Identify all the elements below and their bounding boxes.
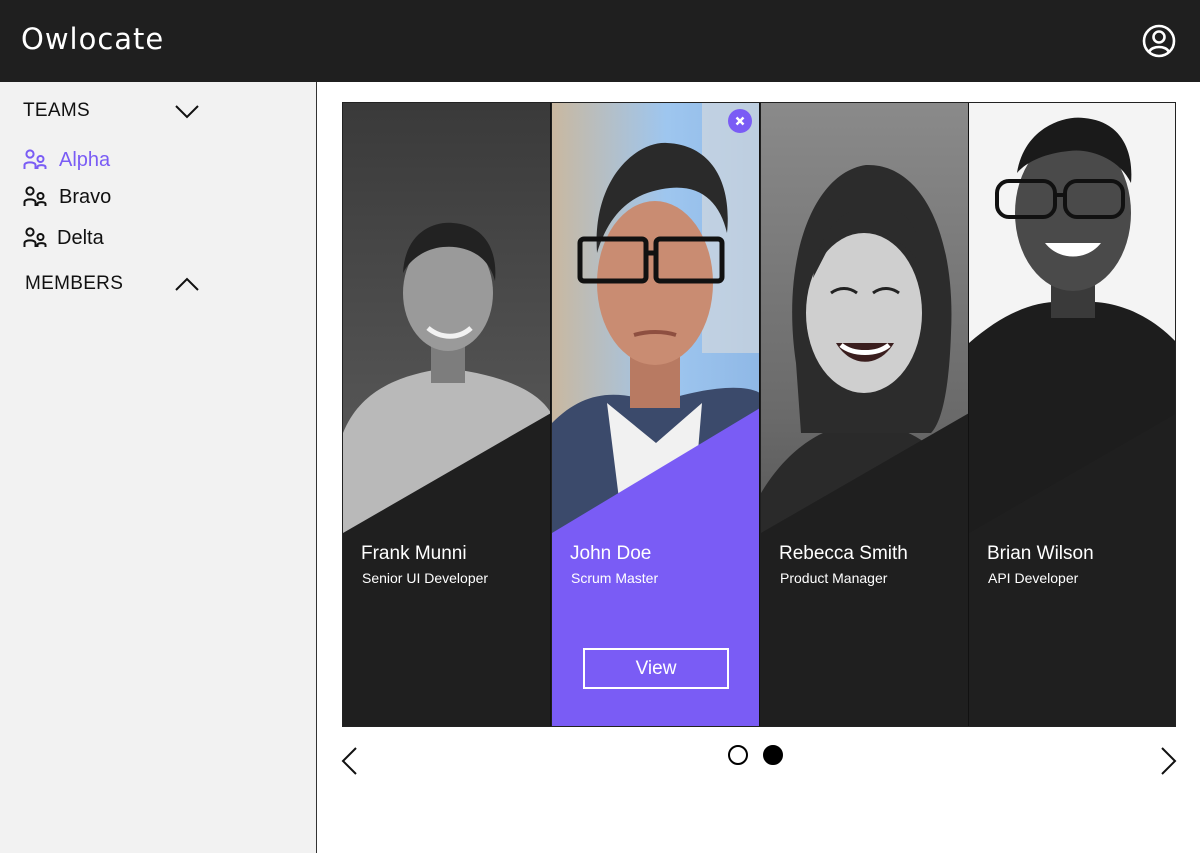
members-section-toggle[interactable]: MEMBERS [25,273,205,299]
team-people-icon [23,227,47,247]
view-button[interactable]: View [583,648,729,689]
sidebar: TEAMS Alpha Bravo Delta MEMBERS [0,82,317,853]
member-name: Frank Munni [361,543,467,564]
member-role: API Developer [988,570,1079,586]
sidebar-item-bravo[interactable]: Bravo [23,184,223,212]
member-role: Product Manager [780,570,888,586]
chevron-up-icon [175,277,199,291]
sidebar-item-delta[interactable]: Delta [23,225,223,253]
member-carousel: Frank Munni Senior UI Developer John Doe [342,102,1176,727]
chevron-right-icon[interactable] [1158,745,1178,777]
sidebar-item-label: Bravo [59,186,112,208]
member-card-john-doe[interactable]: John Doe Scrum Master View [552,103,760,726]
teams-section-toggle[interactable]: TEAMS [23,100,203,126]
team-people-icon [23,149,47,169]
member-role: Senior UI Developer [362,570,489,586]
chevron-left-icon[interactable] [340,745,360,777]
member-card-frank-munni[interactable]: Frank Munni Senior UI Developer [343,103,551,726]
account-icon[interactable] [1141,23,1177,59]
member-card-brian-wilson[interactable]: Brian Wilson API Developer [969,103,1175,726]
member-name: Rebecca Smith [779,543,908,564]
chevron-down-icon [175,105,199,119]
member-role: Scrum Master [571,570,659,586]
team-people-icon [23,186,47,206]
member-photo [761,103,968,726]
member-photo [552,103,759,726]
teams-section-label: TEAMS [23,100,90,121]
page-dot-2[interactable] [763,745,783,765]
top-app-bar: Owlocate [0,0,1200,82]
sidebar-item-alpha[interactable]: Alpha [23,147,223,175]
members-section-label: MEMBERS [25,273,124,294]
member-photo [343,103,550,726]
page-dot-1[interactable] [728,745,748,765]
close-icon[interactable] [728,109,752,133]
sidebar-item-label: Delta [57,227,104,249]
sidebar-item-label: Alpha [59,149,111,171]
member-photo [969,103,1175,726]
member-name: Brian Wilson [987,543,1094,564]
app-title: Owlocate [21,22,165,56]
member-card-rebecca-smith[interactable]: Rebecca Smith Product Manager [761,103,969,726]
member-name: John Doe [570,543,652,564]
